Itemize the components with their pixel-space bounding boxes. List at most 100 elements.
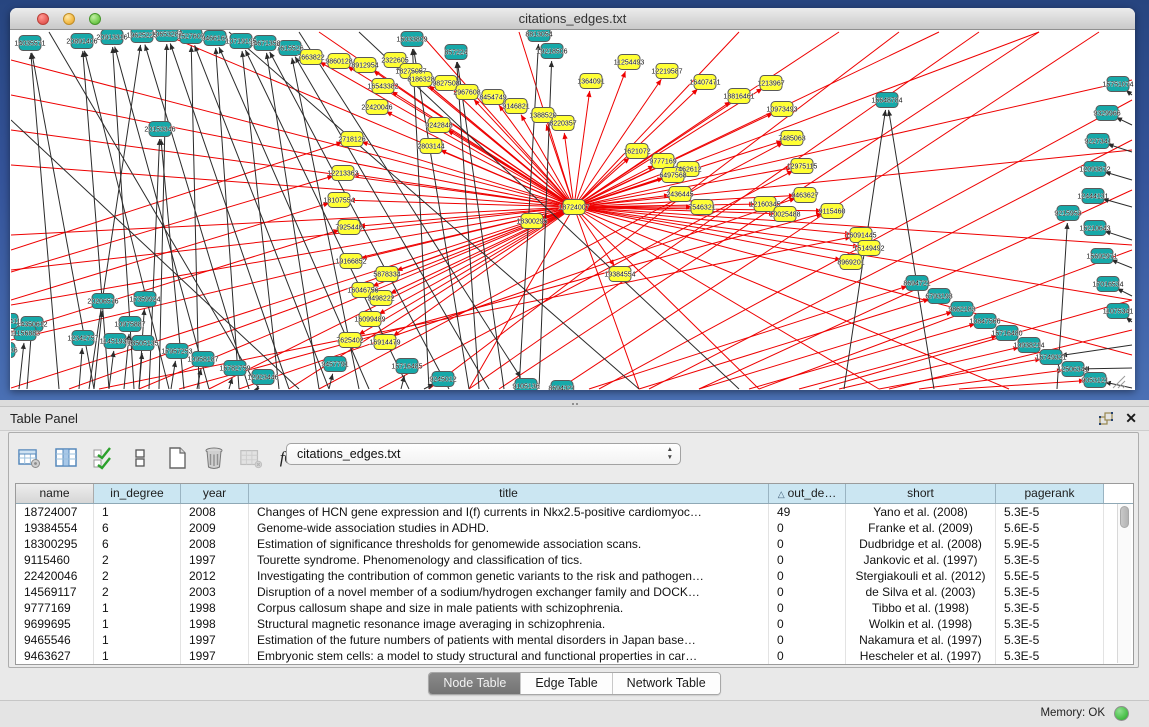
vertical-scrollbar[interactable] bbox=[1117, 504, 1131, 663]
row-height-icon[interactable] bbox=[128, 446, 152, 470]
table-cell: 1998 bbox=[181, 616, 249, 632]
graph-edge bbox=[11, 230, 339, 332]
graph-node-label: 12975115 bbox=[787, 164, 818, 171]
graph-node-label: 8694321 bbox=[548, 386, 575, 391]
graph-node-label: 16091445 bbox=[845, 233, 876, 240]
tab-edge-table[interactable]: Edge Table bbox=[521, 673, 612, 694]
table-row[interactable]: 1938455462009Genome-wide association stu… bbox=[16, 520, 1133, 536]
graph-node-label: 9245012 bbox=[429, 377, 456, 384]
new-table-icon[interactable] bbox=[165, 446, 189, 470]
table-select-dropdown[interactable]: citations_edges.txt ▲▼ bbox=[286, 443, 681, 465]
table-cell: 0 bbox=[769, 584, 846, 600]
float-panel-icon[interactable] bbox=[1099, 412, 1113, 426]
table-row[interactable]: 1456911722003Disruption of a novel membe… bbox=[16, 584, 1133, 600]
scrollbar-thumb[interactable] bbox=[1120, 506, 1129, 528]
tab-node-table[interactable]: Node Table bbox=[429, 673, 521, 694]
graph-node-label: 8912954 bbox=[351, 63, 378, 70]
column-header-in_degree[interactable]: in_degree bbox=[94, 484, 181, 503]
column-header-out_de[interactable]: △out_de… bbox=[769, 484, 846, 503]
graph-node-label: 22420046 bbox=[361, 105, 392, 112]
table-cell: 6 bbox=[94, 520, 181, 536]
table-row[interactable]: 946362711997Embryonic stem cells: a mode… bbox=[16, 648, 1133, 664]
delete-table-icon[interactable] bbox=[202, 446, 226, 470]
graph-edge bbox=[329, 374, 333, 389]
graph-node-label: 8220357 bbox=[549, 121, 576, 128]
table-cell: 0 bbox=[769, 568, 846, 584]
table-panel-title: Table Panel bbox=[10, 411, 78, 426]
column-header-year[interactable]: year bbox=[181, 484, 249, 503]
table-cell: Changes of HCN gene expression and I(f) … bbox=[249, 504, 769, 520]
table-row[interactable]: 946554611997Estimation of the future num… bbox=[16, 632, 1133, 648]
graph-node-label: 10847566 bbox=[969, 319, 1000, 326]
table-cell: Corpus callosum shape and size in male p… bbox=[249, 600, 769, 616]
table-cell: 2003 bbox=[181, 584, 249, 600]
header-filler bbox=[1104, 484, 1133, 503]
table-cell: 1997 bbox=[181, 648, 249, 664]
graph-edge bbox=[11, 120, 299, 389]
network-window-title: citations_edges.txt bbox=[10, 11, 1135, 26]
table-cell: Stergiakouli et al. (2012) bbox=[846, 568, 996, 584]
graph-node-label: 16914479 bbox=[369, 340, 400, 347]
select-rows-icon[interactable] bbox=[91, 446, 115, 470]
graph-edge bbox=[11, 130, 574, 207]
close-panel-icon[interactable]: ✕ bbox=[1125, 410, 1137, 427]
panel-splitter[interactable] bbox=[0, 400, 1149, 407]
sort-ascending-icon: △ bbox=[778, 489, 785, 499]
graph-node-label: 16749321 bbox=[1035, 355, 1066, 362]
graph-node-label: 10938214 bbox=[1013, 343, 1044, 350]
table-cell: 5.3E-5 bbox=[996, 600, 1104, 616]
table-cell: 18724007 bbox=[16, 504, 94, 520]
graph-node-label: 20913316 bbox=[96, 35, 127, 42]
graph-node-label: 12506341 bbox=[1057, 367, 1088, 374]
table-row[interactable]: 2242004622012Investigating the contribut… bbox=[16, 568, 1133, 584]
graph-node-label: 15751074 bbox=[1102, 82, 1133, 89]
column-header-name[interactable]: name bbox=[16, 484, 94, 503]
column-header-title[interactable]: title bbox=[249, 484, 769, 503]
table-row[interactable]: 977716911998Corpus callosum shape and si… bbox=[16, 600, 1133, 616]
graph-node-label: 19384554 bbox=[604, 272, 635, 279]
column-header-label: out_de… bbox=[788, 486, 837, 500]
network-window-titlebar[interactable]: citations_edges.txt bbox=[10, 8, 1135, 30]
network-graph-canvas[interactable]: 1872400776638229860128891295423226051827… bbox=[11, 30, 1134, 390]
import-table-icon[interactable] bbox=[239, 446, 263, 470]
column-properties-icon[interactable] bbox=[54, 446, 78, 470]
table-cell: 0 bbox=[769, 600, 846, 616]
table-cell: Genome-wide association studies in ADHD. bbox=[249, 520, 769, 536]
graph-node-label: 7663822 bbox=[297, 55, 324, 62]
graph-node-label: 16046756 bbox=[347, 288, 378, 295]
graph-edge bbox=[574, 102, 731, 207]
graph-node-label: 14350612 bbox=[16, 322, 47, 329]
table-row[interactable]: 1830029562008Estimation of significance … bbox=[16, 536, 1133, 552]
column-header-pagerank[interactable]: pagerank bbox=[996, 484, 1104, 503]
table-cell: Tibbo et al. (1998) bbox=[846, 600, 996, 616]
column-header-short[interactable]: short bbox=[846, 484, 996, 503]
graph-node-label: 8454749 bbox=[479, 95, 506, 102]
tab-network-table[interactable]: Network Table bbox=[613, 673, 720, 694]
graph-node-label: 19218506 bbox=[536, 49, 567, 56]
graph-node-label: 19166852 bbox=[335, 259, 366, 266]
graph-node-label: 16099489 bbox=[354, 317, 385, 324]
graph-node-label: 18300295 bbox=[516, 219, 547, 226]
table-cell: 1 bbox=[94, 648, 181, 664]
graph-node-label: 9860128 bbox=[325, 59, 352, 66]
table-settings-icon[interactable] bbox=[17, 446, 41, 470]
table-row[interactable]: 969969511998Structural magnetic resonanc… bbox=[16, 616, 1133, 632]
table-cell: 9115460 bbox=[16, 552, 94, 568]
graph-node-label: 2967608 bbox=[453, 90, 480, 97]
table-cell: Investigating the contribution of common… bbox=[249, 568, 769, 584]
table-row[interactable]: 1872400712008Changes of HCN gene express… bbox=[16, 504, 1133, 520]
graph-node-label: 15692971 bbox=[1086, 254, 1117, 261]
table-row[interactable]: 911546021997Tourette syndrome. Phenomeno… bbox=[16, 552, 1133, 568]
graph-edge bbox=[79, 348, 82, 389]
graph-node-label: 14035571 bbox=[14, 41, 45, 48]
graph-node-label: 7925440 bbox=[335, 225, 362, 232]
graph-node-label: 12160345 bbox=[749, 202, 780, 209]
network-window: citations_edges.txt 18724007766382298601… bbox=[10, 8, 1135, 390]
column-header-label: name bbox=[39, 486, 69, 500]
graph-node-label: 10025488 bbox=[769, 212, 800, 219]
graph-node-label: 9115460 bbox=[819, 209, 846, 216]
table-cell: 1 bbox=[94, 616, 181, 632]
table-cell: 2012 bbox=[181, 568, 249, 584]
table-body: 18724007 1 2008Changes of HCN gene express… bbox=[16, 504, 1133, 664]
table-cell: 2008 bbox=[181, 536, 249, 552]
